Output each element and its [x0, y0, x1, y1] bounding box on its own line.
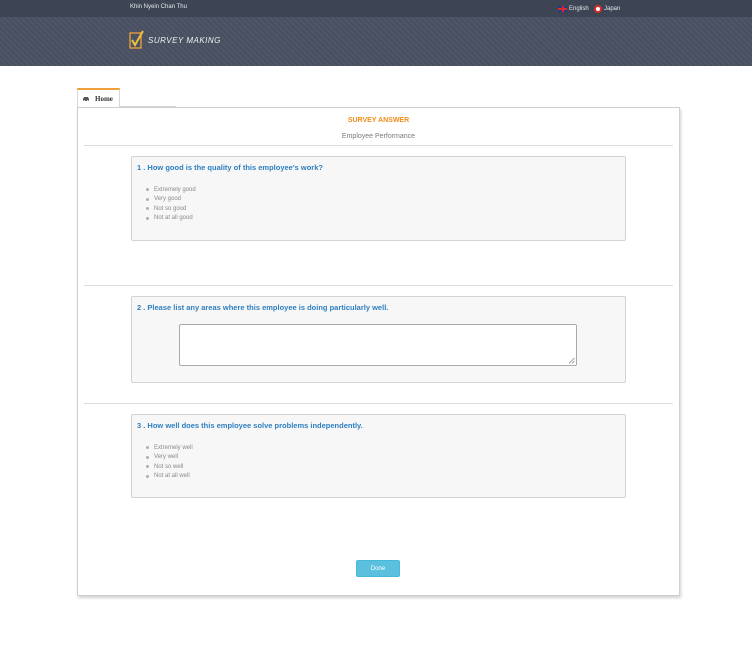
language-japan-label: Japan [604, 5, 621, 12]
question-box-3: 3 . How well does this employee solve pr… [131, 414, 626, 498]
bullet-icon [146, 216, 149, 220]
list-item: Not at all well [146, 472, 193, 482]
done-button[interactable]: Done [356, 560, 400, 577]
survey-subtitle: Employee Performance [341, 133, 416, 140]
question-title: 3 . How well does this employee solve pr… [137, 421, 363, 430]
survey-card: SURVEY ANSWER Employee Performance 1 . H… [77, 107, 680, 596]
bullet-icon [146, 455, 149, 459]
survey-title: SURVEY ANSWER [347, 117, 410, 124]
options-list: Extremely good Very good Not so good Not… [146, 185, 196, 223]
language-english-link[interactable]: English [558, 3, 589, 14]
option-label: Not so well [154, 463, 184, 470]
japan-flag-icon [594, 4, 602, 13]
username: Khin Nyein Chan Thu [130, 4, 187, 10]
resize-grip-icon[interactable] [568, 357, 575, 364]
question-box-1: 1 . How good is the quality of this empl… [131, 156, 626, 241]
answer-textarea[interactable] [179, 324, 577, 366]
bullet-icon [146, 207, 149, 211]
list-item: Not at all good [146, 214, 196, 224]
list-item: Extremely well [146, 443, 193, 453]
option-label: Not at all good [154, 215, 193, 222]
top-info-bar: Khin Nyein Chan Thu English Japan [0, 0, 752, 17]
language-english-label: English [569, 5, 589, 12]
car-icon [82, 96, 90, 102]
bullet-icon [146, 188, 149, 192]
tab-home-label: Home [95, 94, 113, 103]
divider [84, 285, 673, 286]
bullet-icon [146, 465, 149, 469]
option-label: Not so good [154, 205, 187, 212]
list-item: Not so good [146, 204, 196, 214]
divider [84, 403, 673, 404]
list-item: Very good [146, 195, 196, 205]
question-title: 1 . How good is the quality of this empl… [137, 163, 323, 172]
options-list: Extremely well Very well Not so well Not… [146, 443, 193, 481]
language-japan-link[interactable]: Japan [594, 3, 620, 14]
list-item: Not so well [146, 462, 193, 472]
uk-flag-icon [558, 5, 567, 12]
question-box-2: 2 . Please list any areas where this emp… [131, 296, 626, 383]
bullet-icon [146, 197, 149, 201]
bullet-icon [146, 446, 149, 450]
option-label: Extremely good [154, 186, 196, 193]
checkmark-logo-icon [129, 30, 144, 49]
bullet-icon [146, 474, 149, 478]
divider [84, 145, 673, 146]
option-label: Very well [154, 454, 179, 461]
logo[interactable]: SURVEY MAKING [129, 30, 221, 50]
question-title: 2 . Please list any areas where this emp… [137, 303, 389, 312]
option-label: Very good [154, 196, 182, 203]
option-label: Not at all well [154, 473, 190, 480]
tab-home[interactable]: Home [77, 88, 120, 107]
list-item: Very well [146, 453, 193, 463]
list-item: Extremely good [146, 185, 196, 195]
option-label: Extremely well [154, 444, 193, 451]
logo-text: SURVEY MAKING [148, 35, 221, 45]
top-header: Khin Nyein Chan Thu English Japan SURVEY… [0, 0, 752, 66]
